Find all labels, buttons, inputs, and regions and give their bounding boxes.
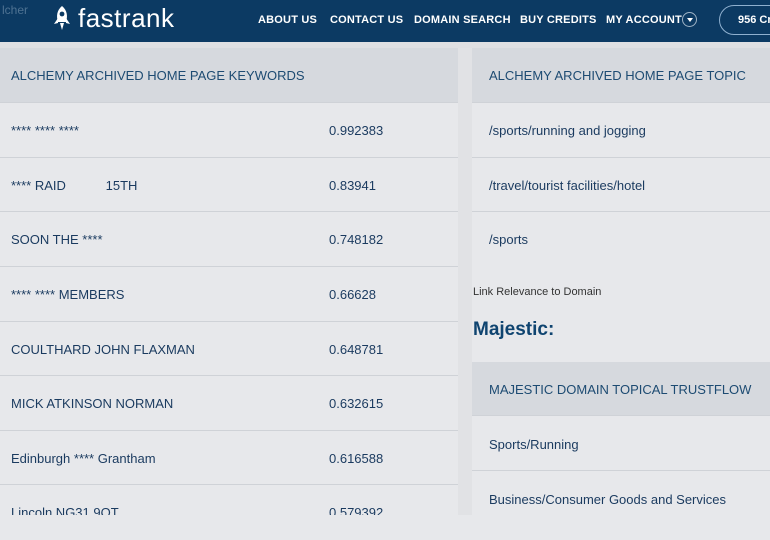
credits-button[interactable]: 956 Cr <box>719 5 770 35</box>
keyword-row: **** **** **** 0.992383 <box>0 103 458 158</box>
keyword-row: **** **** MEMBERS 0.66628 <box>0 267 458 322</box>
majestic-topic-text: Business/Consumer Goods and Services <box>489 492 727 507</box>
topic-row: /travel/tourist facilities/hotel <box>472 158 770 212</box>
keyword-row: Edinburgh **** Grantham 0.616588 <box>0 431 458 485</box>
majestic-topic-text: Sports/Running <box>489 437 579 452</box>
ghost-text: lcher <box>2 3 29 17</box>
keyword-text: COULTHARD JOHN FLAXMAN <box>11 342 195 357</box>
topic-text: /sports/running and jogging <box>489 123 646 138</box>
rocket-icon <box>54 6 70 30</box>
bottom-strip <box>0 515 770 530</box>
keyword-row: Lincoln NG31 9QT 0.579392 <box>0 485 458 540</box>
keyword-score: 0.632615 <box>329 396 384 411</box>
keyword-text: MICK ATKINSON NORMAN <box>11 396 174 411</box>
keyword-row: COULTHARD JOHN FLAXMAN 0.648781 <box>0 322 458 376</box>
chevron-down-icon[interactable] <box>682 12 697 27</box>
keyword-score: 0.83941 <box>329 178 376 193</box>
topics-table-header: ALCHEMY ARCHIVED HOME PAGE TOPIC <box>472 48 770 103</box>
keyword-text: Edinburgh **** Grantham <box>11 451 156 466</box>
topic-row: /sports/running and jogging <box>472 103 770 158</box>
keyword-text: **** **** MEMBERS <box>11 287 125 302</box>
topic-row: /sports <box>472 212 770 267</box>
nav-domain-search[interactable]: DOMAIN SEARCH <box>414 14 511 26</box>
nav-my-account[interactable]: MY ACCOUNT <box>606 14 682 26</box>
nav-buy-credits[interactable]: BUY CREDITS <box>520 14 597 26</box>
majestic-header-label: MAJESTIC DOMAIN TOPICAL TRUSTFLOW <box>489 382 752 397</box>
keywords-header-label: ALCHEMY ARCHIVED HOME PAGE KEYWORDS <box>11 68 305 83</box>
keyword-score: 0.748182 <box>329 232 384 247</box>
nav-about-us[interactable]: ABOUT US <box>258 14 317 26</box>
keyword-text: **** **** **** <box>11 123 79 138</box>
keyword-text: SOON THE **** <box>11 232 103 247</box>
majestic-title: Majestic: <box>473 319 555 340</box>
fastrank-logo[interactable]: fastrank <box>52 4 175 32</box>
keyword-row: MICK ATKINSON NORMAN 0.632615 <box>0 376 458 431</box>
keyword-score: 0.992383 <box>329 123 384 138</box>
keyword-score: 0.648781 <box>329 342 384 357</box>
majestic-row: Sports/Running <box>472 416 770 471</box>
keyword-score: 0.66628 <box>329 287 376 302</box>
topics-header-label: ALCHEMY ARCHIVED HOME PAGE TOPIC <box>489 68 746 83</box>
keyword-score: 0.616588 <box>329 451 384 466</box>
nav-contact-us[interactable]: CONTACT US <box>330 14 403 26</box>
majestic-row: Business/Consumer Goods and Services <box>472 471 770 515</box>
column-gutter <box>458 48 472 530</box>
logo-text: fastrank <box>78 3 175 33</box>
keyword-row: SOON THE **** 0.748182 <box>0 212 458 267</box>
link-relevance-label: Link Relevance to Domain <box>473 286 602 298</box>
top-navigation-bar: lcher fastrank ABOUT US CONTACT US DOMAI… <box>0 0 770 42</box>
keyword-text: **** RAID 15TH <box>11 178 138 193</box>
topic-text: /travel/tourist facilities/hotel <box>489 178 646 193</box>
keyword-row: **** RAID 15TH 0.83941 <box>0 158 458 212</box>
majestic-table-header: MAJESTIC DOMAIN TOPICAL TRUSTFLOW <box>472 362 770 416</box>
topic-text: /sports <box>489 232 529 247</box>
keywords-table-header: ALCHEMY ARCHIVED HOME PAGE KEYWORDS <box>0 48 458 103</box>
